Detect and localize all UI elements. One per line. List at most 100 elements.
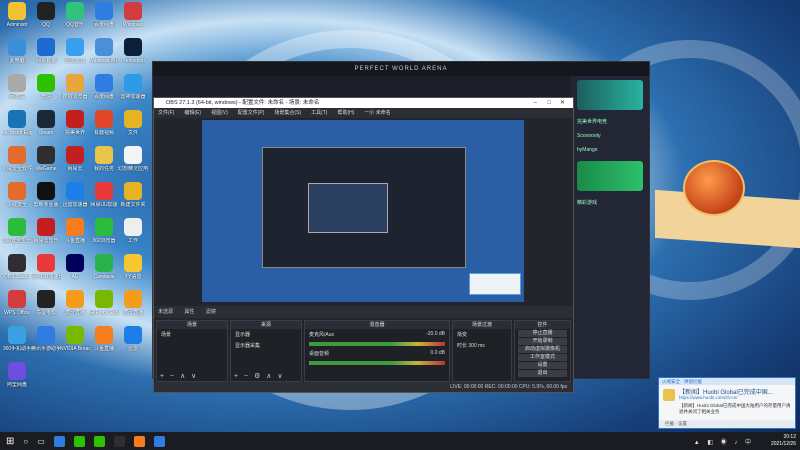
sources-toolbar[interactable]: + − ⚙ ∧ ∨ — [234, 372, 284, 380]
game-side-item[interactable]: 完美世界电竞 — [571, 114, 649, 129]
start-recording-button[interactable]: 开始录制 — [518, 338, 567, 345]
notification-footer[interactable]: 拦截 · 设置 — [659, 420, 795, 428]
desktop-icon[interactable]: GeForce Experience — [89, 290, 119, 328]
game-side-item[interactable]: Scoooooty — [571, 129, 649, 143]
desktop-icon[interactable]: WeGame — [31, 146, 61, 184]
exit-button[interactable]: 退出 — [518, 370, 567, 377]
desktop-icon[interactable]: Camtasia — [89, 254, 119, 292]
search-icon[interactable]: ○ — [23, 437, 28, 446]
audio-meter[interactable] — [309, 361, 445, 365]
desktop-icon[interactable]: 虎牙直播 — [118, 290, 148, 328]
start-icon[interactable]: ⊞ — [6, 436, 14, 447]
desktop-icon[interactable]: 网易云音乐 — [31, 218, 61, 256]
desktop-icon[interactable]: AE — [60, 254, 90, 292]
close-button[interactable]: ✕ — [560, 98, 565, 108]
desktop-icon[interactable]: 虎牙直播 — [60, 290, 90, 328]
desktop-icon[interactable]: YY语音 — [118, 254, 148, 292]
desktop-icon[interactable]: Microsoft Edge — [2, 110, 32, 148]
desktop-icon[interactable]: NVIDIA Broadcast — [60, 326, 90, 364]
desktop-icon[interactable]: 幻想精灵应用 — [118, 146, 148, 184]
desktop-icon[interactable]: 百度网盘 — [89, 74, 119, 112]
desktop-icon[interactable]: 360手机助手 — [2, 326, 32, 364]
desktop-icon[interactable]: 斗鱼直播 — [89, 326, 119, 364]
desktop-icon[interactable]: 网易云 — [60, 146, 90, 184]
desktop-icon[interactable]: 斗鱼直播 — [60, 218, 90, 256]
desktop-icon[interactable]: Windows — [118, 2, 148, 40]
obs-preview[interactable] — [202, 120, 524, 302]
game-side-item[interactable]: 精彩游戏 — [571, 195, 649, 210]
virtual-camera-button[interactable]: 启动虚拟摄像机 — [518, 346, 567, 353]
desktop-icon[interactable]: 迅雷 — [118, 326, 148, 364]
source-item[interactable]: 显示器采集 — [231, 340, 301, 351]
desktop-icon[interactable]: Steam — [31, 110, 61, 148]
desktop-icon[interactable]: 迅雷加速器 — [60, 182, 90, 220]
menu-view[interactable]: 视图(V) — [211, 108, 228, 118]
task-view-icon[interactable]: ▭ — [37, 437, 45, 446]
desktop-icon[interactable]: 阿里网盘 — [2, 362, 32, 400]
desktop-icon[interactable]: 网易UU加速器 — [31, 254, 61, 292]
desktop-icon[interactable]: OBS Studio — [2, 254, 32, 292]
menu-edit[interactable]: 编辑(E) — [184, 108, 201, 118]
menu-extra[interactable]: 一小 未命名 — [364, 108, 390, 118]
desktop-icon[interactable]: 网易UU加速 — [89, 182, 119, 220]
maximize-button[interactable]: □ — [547, 98, 551, 108]
desktop-icon[interactable]: 搜狗浏览器 — [60, 74, 90, 112]
taskbar-app-icon[interactable] — [153, 435, 165, 447]
desktop-icon[interactable]: 网易有道 — [31, 38, 61, 76]
taskbar-app-icon[interactable] — [133, 435, 145, 447]
properties-button[interactable]: 属性 — [184, 309, 194, 315]
taskbar-app-icon[interactable] — [53, 435, 65, 447]
desktop-icon[interactable]: 剪映专业版 — [31, 182, 61, 220]
notification-popup[interactable]: 火绒安全 · 弹窗拦截 【新闻】Huobi Global已完成中国... htt… — [658, 377, 796, 429]
audio-meter[interactable] — [309, 342, 445, 346]
tray-icons[interactable]: ▲ ◧ ◉ ♪ 中 — [694, 437, 754, 446]
desktop-icon[interactable]: Windows 照片查看 — [89, 38, 119, 76]
taskbar-app-icon[interactable] — [113, 435, 125, 447]
obs-window[interactable]: OBS 27.1.3 (64-bit, windows) - 配置文件: 未命名… — [153, 97, 574, 393]
game-banner[interactable] — [577, 80, 643, 110]
menu-tools[interactable]: 工具(T) — [311, 108, 327, 118]
menu-scene-collection[interactable]: 场景集合(S) — [274, 108, 301, 118]
desktop-icon[interactable]: 回收站 — [2, 74, 32, 112]
desktop-icon[interactable]: 火绒安全软件 — [2, 146, 32, 184]
desktop-icon[interactable]: 鸟蛋电影 — [31, 290, 61, 328]
desktop-icon[interactable]: 腾讯手游助手 — [31, 326, 61, 364]
desktop-icon[interactable]: 迅雷影音 — [60, 38, 90, 76]
game-side-item[interactable]: hyMango — [571, 143, 649, 157]
desktop-icon[interactable]: 百度网盘 — [89, 2, 119, 40]
desktop-icon[interactable]: 有趣视频 — [89, 110, 119, 148]
studio-mode-button[interactable]: 工作室模式 — [518, 354, 567, 361]
transition-type-select[interactable]: 渐变 — [453, 329, 511, 340]
taskbar-app-icon[interactable] — [73, 435, 85, 447]
menu-file[interactable]: 文件(F) — [158, 108, 174, 118]
stop-streaming-button[interactable]: 停止直播 — [518, 330, 567, 337]
notification-link[interactable]: https://www.huobi.com/zh-cn/ — [679, 395, 738, 400]
filters-button[interactable]: 滤镜 — [206, 309, 216, 315]
desktop-icon[interactable]: 360浏览器 — [89, 218, 119, 256]
system-clock[interactable]: 20:12 2021/12/26 — [771, 434, 796, 448]
settings-button[interactable]: 设置 — [518, 362, 567, 369]
desktop-icon[interactable]: 新建文件夹 — [118, 182, 148, 220]
desktop-icon[interactable]: 我的任务 — [89, 146, 119, 184]
desktop-icon[interactable]: 火绒安全 — [2, 182, 32, 220]
minimize-button[interactable]: – — [534, 98, 537, 108]
desktop-icon[interactable]: WPS Office — [2, 290, 32, 328]
desktop-icon[interactable]: 360安全卫士 — [2, 218, 32, 256]
menu-help[interactable]: 帮助(H) — [337, 108, 354, 118]
scene-item[interactable]: 场景 — [157, 329, 227, 340]
source-item[interactable]: 显示器 — [231, 329, 301, 340]
desktop-icon[interactable]: Photoshop — [118, 38, 148, 76]
desktop-icon[interactable]: QQ — [31, 2, 61, 40]
desktop-icon[interactable]: 雷神加速器 — [118, 74, 148, 112]
game-banner[interactable] — [577, 161, 643, 191]
desktop-icon[interactable]: 此电脑 — [2, 38, 32, 76]
menu-profile[interactable]: 配置文件(P) — [238, 108, 265, 118]
scenes-toolbar[interactable]: + − ∧ ∨ — [160, 372, 198, 380]
desktop-icon[interactable]: QQ音乐 — [60, 2, 90, 40]
desktop-icon[interactable]: Administr — [2, 2, 32, 40]
desktop-icon[interactable]: 文件 — [118, 110, 148, 148]
desktop-icon[interactable]: 微信 — [31, 74, 61, 112]
desktop-icon[interactable]: 工作 — [118, 218, 148, 256]
transition-duration-input[interactable]: 300 ms — [468, 343, 484, 349]
desktop-icon[interactable]: 完美世界 — [60, 110, 90, 148]
